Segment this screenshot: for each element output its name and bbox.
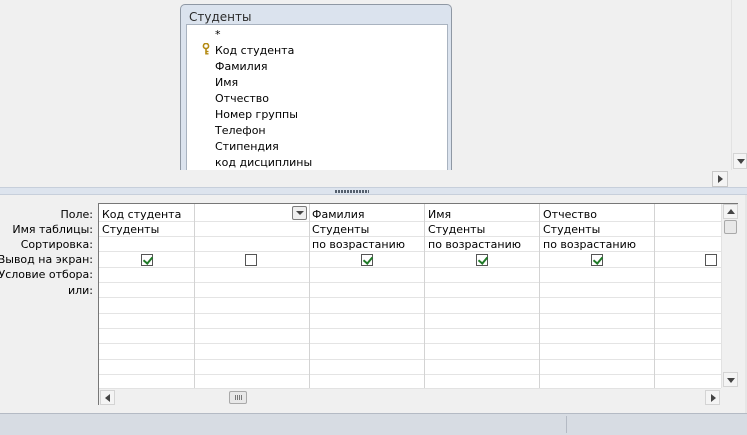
field-list-item-patronymic[interactable]: Отчество <box>215 92 269 105</box>
grid-cell-table[interactable]: Студенты <box>543 223 600 236</box>
grid-column-6[interactable] <box>655 204 721 388</box>
scroll-right-button[interactable] <box>712 171 728 187</box>
show-checkbox[interactable] <box>141 254 153 266</box>
field-dropdown-button[interactable] <box>292 206 307 220</box>
scroll-left-button[interactable] <box>100 390 115 405</box>
grid-cell-table[interactable]: Студенты <box>312 223 369 236</box>
table-field-list[interactable]: * Код студента Фамилия Имя Отчество Номе… <box>186 24 448 172</box>
arrow-right-icon <box>718 175 723 183</box>
horizontal-scroll-thumb[interactable] <box>229 391 247 404</box>
grid-cell-sort[interactable]: по возрастанию <box>428 238 521 251</box>
show-checkbox[interactable] <box>476 254 488 266</box>
show-checkbox[interactable] <box>245 254 257 266</box>
table-diagram-pane[interactable]: Студенты * Код студента Фамилия Имя Отче… <box>0 0 747 189</box>
grid-cell-table[interactable]: Студенты <box>428 223 485 236</box>
grid-cell-sort[interactable]: по возрастанию <box>543 238 636 251</box>
upper-horizontal-scrollbar[interactable] <box>0 170 731 188</box>
grid-horizontal-scrollbar[interactable] <box>99 388 737 405</box>
scrollbar-corner <box>721 388 738 405</box>
vertical-scroll-thumb[interactable] <box>724 220 737 234</box>
table-window-title[interactable]: Студенты <box>189 10 251 24</box>
field-list-item-scholarship[interactable]: Стипендия <box>215 140 279 153</box>
grid-cell-field[interactable]: Отчество <box>543 208 597 221</box>
pane-splitter[interactable] <box>0 187 747 195</box>
arrow-up-icon <box>727 209 735 214</box>
arrow-left-icon <box>105 394 110 402</box>
grid-column-3[interactable]: Фамилия Студенты по возрастанию <box>310 204 425 388</box>
grid-cell-field[interactable]: Код студента <box>102 208 181 221</box>
field-list-item-discipline[interactable]: код дисциплины <box>215 156 312 169</box>
status-bar-separator <box>566 416 567 433</box>
key-icon <box>202 43 210 55</box>
grid-vertical-scrollbar[interactable] <box>721 204 738 388</box>
arrow-down-icon <box>737 159 745 164</box>
grid-cell-field[interactable]: Фамилия <box>312 208 364 221</box>
row-label-field: Поле: <box>60 208 93 221</box>
field-list-item-group[interactable]: Номер группы <box>215 108 298 121</box>
grid-cell-table[interactable]: Студенты <box>102 223 159 236</box>
arrow-down-icon <box>727 378 735 383</box>
scroll-up-button[interactable] <box>723 204 738 219</box>
scroll-right-button[interactable] <box>705 390 720 405</box>
status-bar <box>0 413 747 435</box>
grid-column-4[interactable]: Имя Студенты по возрастанию <box>425 204 540 388</box>
row-label-show: Вывод на экран: <box>0 253 93 266</box>
grid-column-5[interactable]: Отчество Студенты по возрастанию <box>540 204 655 388</box>
grid-cell-field[interactable]: Имя <box>428 208 451 221</box>
query-design-grid[interactable]: Код студента Студенты Фамилия Студенты п… <box>98 203 738 405</box>
show-checkbox[interactable] <box>591 254 603 266</box>
grid-column-1[interactable]: Код студента Студенты <box>99 204 195 388</box>
row-label-table: Имя таблицы: <box>12 223 93 236</box>
show-checkbox[interactable] <box>361 254 373 266</box>
field-list-item-student-id[interactable]: Код студента <box>215 44 294 57</box>
chevron-down-icon <box>296 211 304 215</box>
arrow-right-icon <box>711 394 716 402</box>
field-list-item-surname[interactable]: Фамилия <box>215 60 267 73</box>
grid-column-2[interactable] <box>195 204 310 388</box>
splitter-grip-icon[interactable] <box>335 190 369 193</box>
field-list-item-name[interactable]: Имя <box>215 76 238 89</box>
table-window-students[interactable]: Студенты * Код студента Фамилия Имя Отче… <box>180 4 452 172</box>
row-label-criteria: Условие отбора: <box>0 268 93 281</box>
scroll-down-button[interactable] <box>723 372 738 387</box>
upper-vertical-scrollbar[interactable] <box>731 0 747 170</box>
row-label-or: или: <box>67 284 93 297</box>
show-checkbox[interactable] <box>705 254 717 266</box>
scroll-down-button[interactable] <box>733 153 747 169</box>
row-label-sort: Сортировка: <box>20 238 93 251</box>
field-list-item-phone[interactable]: Телефон <box>215 124 266 137</box>
grid-cell-sort[interactable]: по возрастанию <box>312 238 405 251</box>
field-list-item-all[interactable]: * <box>215 28 221 41</box>
